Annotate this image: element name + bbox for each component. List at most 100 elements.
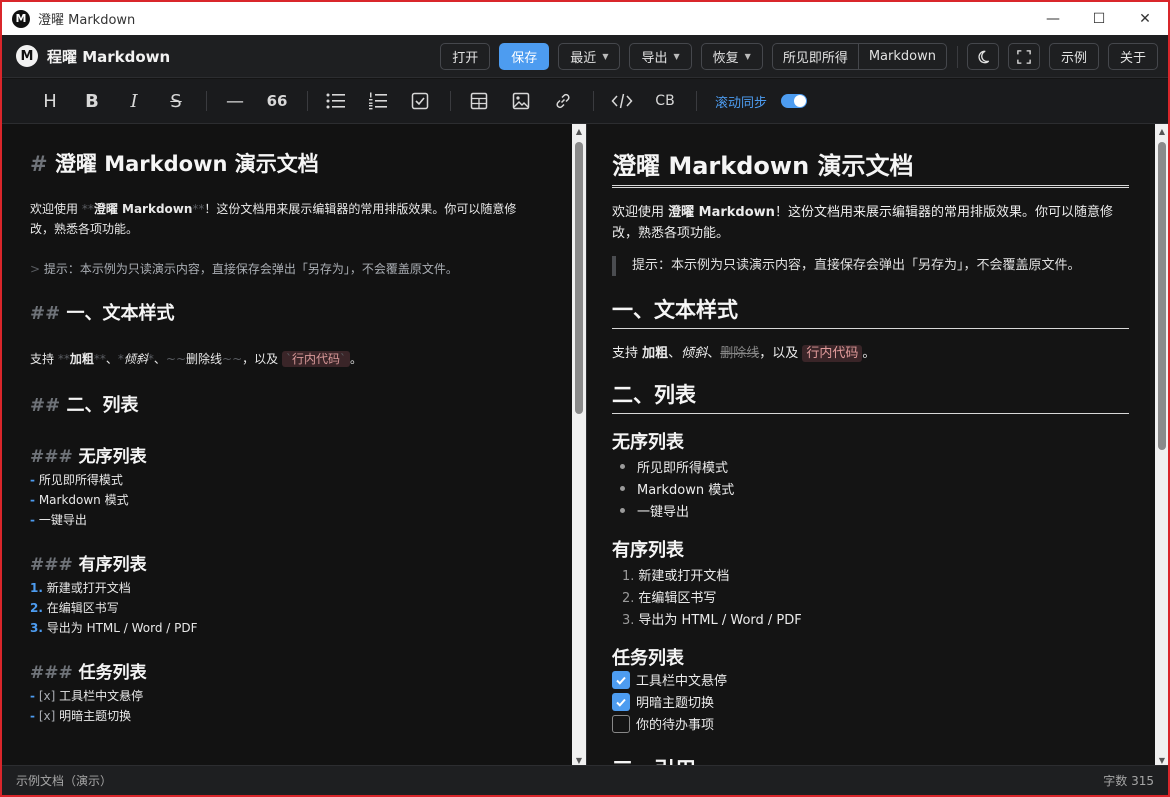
text: 二、列表 [66,395,139,416]
text: 。 [349,352,362,366]
text: 导出为 HTML / Word / PDF [638,613,802,628]
preview-intro: 欢迎使用 澄曜 Markdown！这份文档用来展示编辑器的常用排版效果。你可以随… [612,201,1113,220]
text: 工具栏中文悬停 [59,689,144,703]
text: ！这份文档用来展示编辑器的常用排版效果。你可以随意修 [774,205,1113,220]
scrollbar-thumb[interactable] [1158,142,1166,450]
export-dropdown[interactable]: 导出 ▼ [629,43,692,70]
list-item: 一键导出 [612,501,689,520]
md-mark: ## [30,395,61,416]
md-mark: [x] [38,689,56,703]
list-item: 1. 新建或打开文档 [612,565,729,584]
divider [956,45,958,68]
preview-styles: 支持 加粗、倾斜、删除线，以及 行内代码。 [612,342,875,362]
recent-dropdown[interactable]: 最近 ▼ [558,43,621,70]
task-checkbox-checked[interactable] [612,670,630,689]
bullet-list-button[interactable] [322,87,350,115]
text: 任务列表 [78,663,147,683]
export-label: 导出 [641,51,668,66]
task-list-button[interactable] [406,87,434,115]
link-button[interactable] [549,87,577,115]
close-icon[interactable]: ✕ [1122,2,1168,35]
scroll-sync-toggle[interactable] [781,94,808,108]
image-button[interactable] [507,87,535,115]
heading-icon: H [43,90,57,112]
list-item: - Markdown 模式 [30,491,129,508]
scrollbar-thumb[interactable] [575,142,583,414]
quote-button[interactable]: 66 [263,87,291,115]
preview-h3b: 有序列表 [612,540,684,561]
maximize-icon[interactable]: ☐ [1076,2,1122,35]
md-mark: ** [192,202,205,216]
wysiwyg-mode-button[interactable]: 所见即所得 [773,44,858,69]
italic-text: 倾斜 [681,346,708,361]
editor-line-intro-2: 改，熟悉各项功能。 [30,220,138,237]
example-button[interactable]: 示例 [1048,43,1099,70]
task-checkbox-checked[interactable] [612,692,630,711]
inline-code-button[interactable] [608,87,636,115]
text: 有序列表 [78,555,147,575]
text: 改，熟悉各项功能。 [612,226,730,241]
recent-label: 最近 [570,51,597,66]
inline-code-source: `行内代码` [281,351,350,367]
md-mark: 1. [30,581,43,595]
fullscreen-button[interactable] [1007,43,1040,70]
about-button[interactable]: 关于 [1107,43,1158,70]
text: ，以及 [759,346,803,361]
text: 所见即所得模式 [38,473,123,487]
text: 新建或打开文档 [638,569,730,584]
list-item: - [x] 明暗主题切换 [30,707,131,724]
strikethrough-button[interactable]: S [162,87,190,115]
md-mark: 3. [30,621,43,635]
example-label: 示例 [1060,51,1087,66]
table-button[interactable] [465,87,493,115]
task-item: 工具栏中文悬停 [612,670,727,689]
divider [450,91,451,111]
check-icon [616,676,626,685]
editor-h1-text: 澄曜 Markdown 演示文档 [54,152,319,176]
theme-toggle-button[interactable] [966,43,999,70]
task-checkbox-unchecked[interactable] [612,714,630,733]
md-mark: - [30,709,35,723]
markdown-mode-button[interactable]: Markdown [857,44,946,69]
md-mark: - [30,689,35,703]
horizontal-rule-button[interactable]: — [221,87,249,115]
markdown-editor[interactable]: # 澄曜 Markdown 演示文档 欢迎使用 **澄曜 Markdown**！… [2,124,587,767]
save-button[interactable]: 保存 [499,43,550,70]
code-block-button[interactable]: CB [650,87,680,115]
about-label: 关于 [1119,51,1146,66]
preview-h3a: 无序列表 [612,432,684,453]
italic-button[interactable]: I [120,87,148,115]
editor-scrollbar[interactable]: ▲ ▼ [572,124,586,767]
task-item: 你的待办事项 [612,714,714,733]
text: 提示：本示例为只读演示内容，直接保存会弹出「另存为」，不会覆盖原文件。 [632,258,1081,273]
md-mark: ~~ [222,352,243,366]
title-bar: M 澄曜 Markdown — ☐ ✕ [2,2,1168,35]
caret-down-icon: ▼ [602,52,609,61]
md-mark: ` [339,352,346,366]
md-mark: ### [30,555,73,575]
heading-button[interactable]: H [36,87,64,115]
preview-scrollbar[interactable]: ▲ ▼ [1155,124,1168,767]
text: ！这份文档用来展示编辑器的常用排版效果。你可以随意修 [204,202,517,216]
text: 在编辑区书写 [46,601,119,615]
scroll-up-icon[interactable]: ▲ [572,124,586,138]
text: ，以及 [242,352,282,366]
text: 行内代码 [291,352,340,366]
minimize-icon[interactable]: — [1030,2,1076,35]
editor-line-styles: 支持 **加粗**、*倾斜*、~~删除线~~，以及 `行内代码`。 [30,350,362,367]
editor-line-h3a: ### 无序列表 [30,442,147,467]
editor-line-quote: > 提示：本示例为只读演示内容，直接保存会弹出「另存为」，不会覆盖原文件。 [30,260,458,277]
ordered-list-button[interactable] [364,87,392,115]
text: 支持 [30,352,58,366]
editor-line-h2b: ## 二、列表 [30,391,138,417]
list-item: 3. 导出为 HTML / Word / PDF [612,609,802,628]
restore-dropdown[interactable]: 恢复 ▼ [700,43,763,70]
scroll-up-icon[interactable]: ▲ [1155,124,1168,138]
preview-blockquote: 提示：本示例为只读演示内容，直接保存会弹出「另存为」，不会覆盖原文件。 [612,256,1081,276]
bold-text: 加粗 [642,346,669,361]
editor-line-intro: 欢迎使用 **澄曜 Markdown**！这份文档用来展示编辑器的常用排版效果。… [30,200,516,217]
md-mark: ~~ [165,352,186,366]
md-mark: - [30,513,35,527]
open-button[interactable]: 打开 [440,43,491,70]
bold-button[interactable]: B [78,87,106,115]
